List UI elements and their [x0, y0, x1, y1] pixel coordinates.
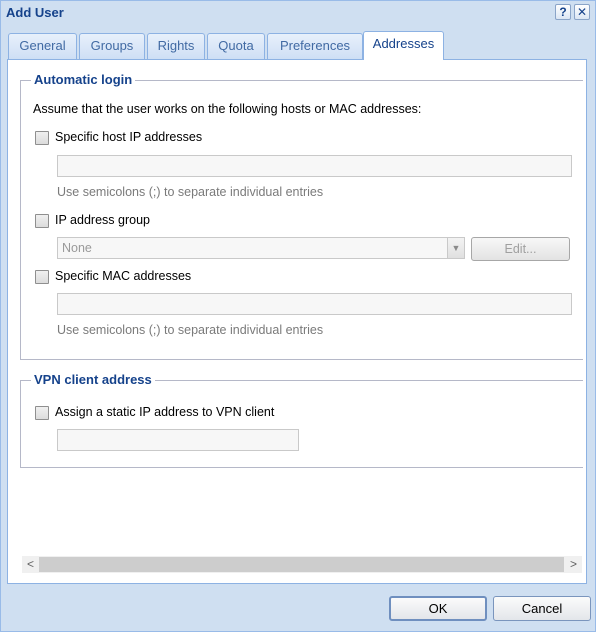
tab-groups[interactable]: Groups — [79, 33, 145, 59]
window-title: Add User — [6, 5, 64, 20]
automatic-login-fieldset: Automatic login Assume that the user wor… — [20, 72, 583, 360]
specific-host-checkbox[interactable] — [35, 131, 49, 145]
vpn-client-legend: VPN client address — [31, 372, 155, 387]
vpn-static-ip-label: Assign a static IP address to VPN client — [55, 405, 275, 419]
specific-host-input[interactable] — [57, 155, 572, 177]
specific-mac-input[interactable] — [57, 293, 572, 315]
automatic-login-legend: Automatic login — [31, 72, 136, 87]
specific-host-hint: Use semicolons (;) to separate individua… — [57, 185, 324, 199]
ip-address-group-label: IP address group — [55, 213, 150, 227]
specific-host-label: Specific host IP addresses — [55, 130, 203, 144]
ok-button[interactable]: OK — [389, 596, 487, 621]
specific-mac-checkbox[interactable] — [35, 270, 49, 284]
addresses-panel: Automatic login Assume that the user wor… — [7, 59, 587, 584]
scrollbar-thumb[interactable] — [39, 557, 564, 572]
chevron-down-icon[interactable]: ▼ — [447, 238, 464, 258]
automatic-login-description: Assume that the user works on the follow… — [33, 102, 422, 116]
tab-quota[interactable]: Quota — [207, 33, 265, 59]
cancel-button[interactable]: Cancel — [493, 596, 591, 621]
scroll-left-icon[interactable]: < — [22, 556, 39, 573]
help-icon[interactable]: ? — [555, 4, 571, 20]
tab-preferences[interactable]: Preferences — [267, 33, 363, 59]
horizontal-scrollbar[interactable]: < > — [22, 556, 582, 573]
ip-address-group-select[interactable]: None ▼ — [57, 237, 465, 259]
add-user-dialog: Add User ? ✕ General Groups Rights Quota… — [0, 0, 596, 632]
tab-rights[interactable]: Rights — [147, 33, 205, 59]
vpn-client-fieldset: VPN client address Assign a static IP ad… — [20, 372, 583, 468]
edit-button[interactable]: Edit... — [471, 237, 570, 261]
specific-mac-label: Specific MAC addresses — [55, 269, 192, 283]
vpn-static-ip-input[interactable] — [57, 429, 299, 451]
vpn-static-ip-checkbox[interactable] — [35, 406, 49, 420]
title-bar[interactable]: Add User ? ✕ — [1, 1, 595, 25]
tab-addresses[interactable]: Addresses — [363, 31, 444, 60]
tab-bar: General Groups Rights Quota Preferences … — [7, 31, 587, 60]
tab-general[interactable]: General — [8, 33, 77, 59]
scroll-right-icon[interactable]: > — [565, 556, 582, 573]
close-icon[interactable]: ✕ — [574, 4, 590, 20]
ip-address-group-selected: None — [62, 241, 92, 255]
specific-mac-hint: Use semicolons (;) to separate individua… — [57, 323, 324, 337]
ip-address-group-checkbox[interactable] — [35, 214, 49, 228]
